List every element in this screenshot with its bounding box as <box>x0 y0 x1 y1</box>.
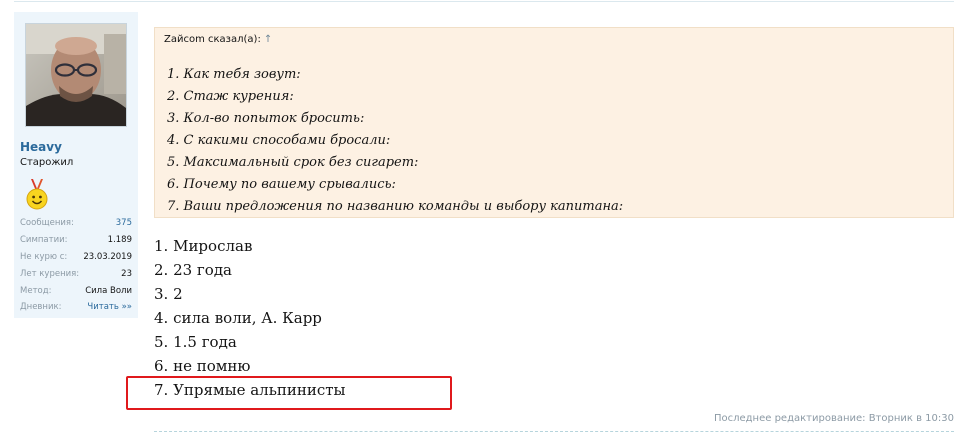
stat-label: Дневник: <box>20 302 62 313</box>
stat-row-smoking-years: Лет курения: 23 <box>20 265 132 282</box>
quote-line: 5. Максимальный срок без сигарет: <box>167 155 419 170</box>
user-info-panel: Heavy Старожил Сообщения: 375 Симпатии: … <box>14 12 138 318</box>
quote-header: Zайcom сказал(а): ↑ <box>164 34 272 45</box>
username-link[interactable]: Heavy <box>20 140 62 154</box>
quote-author: Zайcom сказал(а): <box>164 34 261 45</box>
quote-line: 4. С какими способами бросали: <box>167 133 391 148</box>
stat-value-method: Сила Воли <box>85 285 132 296</box>
stat-label: Метод: <box>20 285 52 296</box>
stat-label: Лет курения: <box>20 268 80 279</box>
reply-line: 2. 23 года <box>154 261 233 279</box>
quote-line: 6. Почему по вашему срывались: <box>167 177 396 192</box>
stat-row-method: Метод: Сила Воли <box>20 282 132 299</box>
top-divider <box>14 1 954 2</box>
quote-block: Zайcom сказал(а): ↑ 1. Как тебя зовут: 2.… <box>154 27 954 218</box>
stat-value-messages[interactable]: 375 <box>116 218 132 228</box>
jump-to-quote-arrow-icon[interactable]: ↑ <box>264 34 272 45</box>
quote-line: 3. Кол-во попыток бросить: <box>167 111 365 126</box>
stat-row-quit-date: Не курю с: 23.03.2019 <box>20 249 132 266</box>
stat-row-messages: Сообщения: 375 <box>20 215 132 232</box>
last-edit-note: Последнее редактирование: Вторник в 10:3… <box>713 413 954 424</box>
quote-line: 1. Как тебя зовут: <box>167 67 301 82</box>
smiley-medal-icon[interactable] <box>25 179 49 211</box>
diary-read-link[interactable]: Читать »» <box>87 302 132 312</box>
stat-label: Не курю с: <box>20 251 68 262</box>
reply-line: 1. Мирослав <box>154 237 253 255</box>
user-title: Старожил <box>20 157 74 168</box>
stat-row-likes: Симпатии: 1.189 <box>20 232 132 249</box>
stat-label: Симпатии: <box>20 235 68 246</box>
quote-line: 2. Стаж курения: <box>167 89 294 104</box>
stat-value-smoking-years: 23 <box>121 268 132 279</box>
user-avatar[interactable] <box>25 23 127 127</box>
reply-line: 3. 2 <box>154 285 183 303</box>
avatar-photo-icon <box>26 24 126 126</box>
quote-line: 7. Ваши предложения по названию команды … <box>167 199 624 214</box>
stat-row-diary: Дневник: Читать »» <box>20 299 132 316</box>
reply-line: 5. 1.5 года <box>154 333 237 351</box>
quote-body: 1. Как тебя зовут: 2. Стаж курения: 3. К… <box>167 64 623 218</box>
reply-line: 4. сила воли, А. Карр <box>154 309 322 327</box>
post-bottom-divider <box>154 431 954 432</box>
user-stats: Сообщения: 375 Симпатии: 1.189 Не курю с… <box>20 215 132 316</box>
red-highlight-box <box>126 376 452 410</box>
stat-value-quit-date: 23.03.2019 <box>83 251 132 262</box>
stat-label: Сообщения: <box>20 218 74 229</box>
stat-value-likes: 1.189 <box>107 235 132 246</box>
